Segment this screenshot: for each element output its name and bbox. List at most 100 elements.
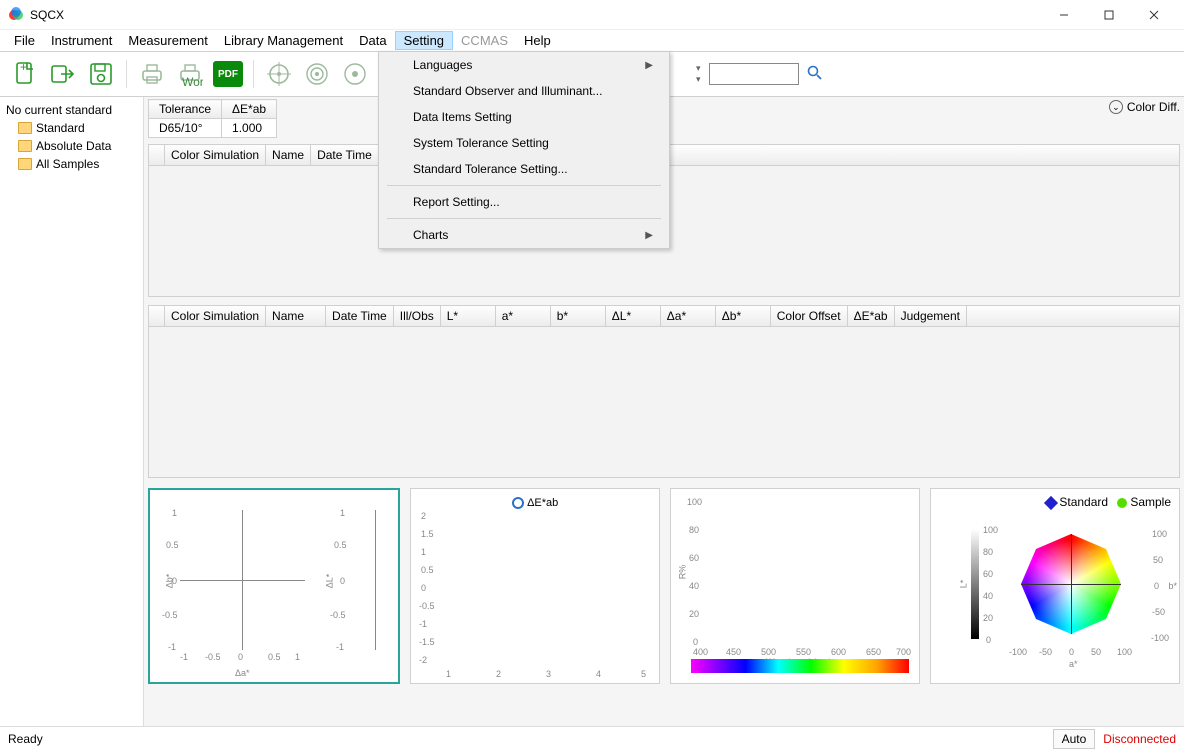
sidebar-title: No current standard [0, 101, 143, 119]
legend-label: Sample [1130, 495, 1171, 509]
target-standard-icon[interactable] [262, 57, 296, 91]
target-dot-icon[interactable] [338, 57, 372, 91]
tick-label: 2 [421, 511, 426, 521]
target-rings-icon[interactable] [300, 57, 334, 91]
dropdown-small-icon[interactable]: ▾▾ [696, 63, 701, 85]
dropdown-separator [387, 218, 661, 219]
svg-text:Word: Word [182, 75, 203, 87]
sidebar-item-standard[interactable]: Standard [0, 119, 143, 137]
dd-standard-observer[interactable]: Standard Observer and Illuminant... [379, 78, 669, 104]
menubar: File Instrument Measurement Library Mana… [0, 30, 1184, 52]
dd-languages[interactable]: Languages▶ [379, 52, 669, 78]
col-header[interactable]: Ill/Obs [394, 306, 441, 326]
pdf-export-icon[interactable]: PDF [211, 57, 245, 91]
tick-label: -1 [419, 619, 427, 629]
dd-charts[interactable]: Charts▶ [379, 222, 669, 248]
menu-ccmas[interactable]: CCMAS [453, 30, 516, 51]
tick-label: 1 [421, 547, 426, 557]
submenu-arrow-icon: ▶ [645, 60, 653, 71]
grid-body[interactable] [149, 327, 1179, 477]
col-header[interactable]: Δa* [661, 306, 716, 326]
menu-file[interactable]: File [6, 30, 43, 51]
sidebar-item-absolute[interactable]: Absolute Data [0, 137, 143, 155]
print-icon[interactable] [135, 57, 169, 91]
chart-lab-space[interactable]: Standard Sample L* 100 80 60 40 20 0 [930, 488, 1180, 684]
l-star-bar [971, 529, 979, 639]
tolerance-header: Tolerance [149, 100, 222, 119]
tick-label: 60 [689, 553, 699, 563]
chart-delta-ab[interactable]: Δb* Δa* 0 -1 -0.5 0.5 1 1 0.5 0 -0.5 -1 … [148, 488, 400, 684]
word-export-icon[interactable]: Word [173, 57, 207, 91]
tick-label: 40 [689, 581, 699, 591]
tick-label: 0 [421, 583, 426, 593]
menu-data[interactable]: Data [351, 30, 394, 51]
dd-system-tolerance[interactable]: System Tolerance Setting [379, 130, 669, 156]
tick-label: 0.5 [334, 540, 347, 550]
sidebar-item-label: Absolute Data [36, 139, 111, 153]
tolerance-header: ΔE*ab [222, 100, 277, 119]
col-header[interactable]: Date Time [326, 306, 394, 326]
tick-label: -1 [168, 642, 176, 652]
titlebar: SQCX [0, 0, 1184, 30]
close-button[interactable] [1131, 1, 1176, 29]
dd-report-setting[interactable]: Report Setting... [379, 189, 669, 215]
chart-reflectance[interactable]: R% 100 80 60 40 20 0 400 450 500 550 600… [670, 488, 920, 684]
col-header[interactable]: ΔL* [606, 306, 661, 326]
col-header[interactable]: Color Offset [771, 306, 848, 326]
tick-label: 1 [295, 652, 300, 662]
tick-label: -100 [1009, 647, 1027, 657]
tolerance-cell: D65/10° [149, 119, 222, 138]
tick-label: 550 [796, 647, 811, 657]
export-icon[interactable] [46, 57, 80, 91]
search-icon[interactable] [807, 65, 823, 84]
axis-label: ΔL* [324, 574, 334, 589]
axis-label: a* [1069, 659, 1078, 669]
col-header[interactable]: ΔE*ab [848, 306, 895, 326]
menu-setting[interactable]: Setting [395, 31, 453, 50]
toolbar-separator [126, 60, 127, 88]
sidebar-item-allsamples[interactable]: All Samples [0, 155, 143, 173]
new-file-icon[interactable]: + [8, 57, 42, 91]
maximize-button[interactable] [1086, 1, 1131, 29]
tick-label: 1 [172, 508, 177, 518]
folder-icon [18, 122, 32, 134]
tick-label: 600 [831, 647, 846, 657]
col-header[interactable]: Judgement [895, 306, 967, 326]
col-header[interactable]: Δb* [716, 306, 771, 326]
col-header[interactable]: a* [496, 306, 551, 326]
menu-measurement[interactable]: Measurement [120, 30, 215, 51]
tick-label: 60 [983, 569, 993, 579]
col-header[interactable]: Color Simulation [165, 306, 266, 326]
auto-button[interactable]: Auto [1053, 729, 1096, 749]
tick-label: 0 [340, 576, 345, 586]
chart-deltaE-trend[interactable]: ΔE*ab 2 1.5 1 0.5 0 -0.5 -1 -1.5 -2 1 2 … [410, 488, 660, 684]
menu-library-management[interactable]: Library Management [216, 30, 351, 51]
tick-label: 1 [446, 669, 451, 679]
tick-label: -1.5 [419, 637, 435, 647]
dd-standard-tolerance[interactable]: Standard Tolerance Setting... [379, 156, 669, 182]
legend-sample-icon [1117, 498, 1127, 508]
col-header[interactable]: Color Simulation [165, 145, 266, 165]
tick-label: -1 [180, 652, 188, 662]
menu-instrument[interactable]: Instrument [43, 30, 120, 51]
col-header[interactable]: Name [266, 145, 311, 165]
col-header[interactable]: b* [551, 306, 606, 326]
tick-label: 50 [1153, 555, 1163, 565]
col-header[interactable]: Name [266, 306, 326, 326]
color-diff-toggle[interactable]: ⌄ Color Diff. [1109, 100, 1180, 114]
tick-label: 700 [896, 647, 911, 657]
search-input[interactable] [709, 63, 799, 85]
sidebar: No current standard Standard Absolute Da… [0, 97, 144, 726]
col-header[interactable]: L* [441, 306, 496, 326]
tick-label: 50 [1091, 647, 1101, 657]
tick-label: 80 [689, 525, 699, 535]
tick-label: 0 [1154, 581, 1159, 591]
window-title: SQCX [30, 8, 1041, 22]
submenu-arrow-icon: ▶ [645, 230, 653, 241]
save-icon[interactable] [84, 57, 118, 91]
minimize-button[interactable] [1041, 1, 1086, 29]
legend-standard-icon [1044, 496, 1058, 510]
menu-help[interactable]: Help [516, 30, 559, 51]
dd-data-items[interactable]: Data Items Setting [379, 104, 669, 130]
col-header[interactable]: Date Time [311, 145, 379, 165]
